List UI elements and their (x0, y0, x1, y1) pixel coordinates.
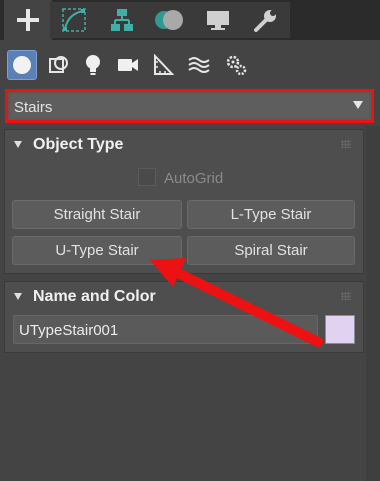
motion-circles-icon (155, 10, 183, 30)
lightbulb-icon (86, 55, 100, 75)
wrench-icon (254, 10, 276, 32)
helpers-button[interactable] (148, 50, 178, 80)
object-type-rollout: Object Type AutoGrid Straight Stair L-Ty… (4, 129, 364, 274)
waves-icon (188, 57, 210, 73)
collapse-arrow-icon (14, 141, 22, 148)
name-and-color-title: Name and Color (33, 288, 156, 305)
straight-stair-button[interactable]: Straight Stair (12, 200, 182, 229)
shapes-button[interactable] (44, 50, 74, 80)
panel-scrollbar[interactable] (366, 126, 380, 481)
systems-button[interactable] (221, 50, 251, 80)
hierarchy-icon (111, 9, 133, 31)
plus-icon (17, 9, 39, 31)
command-panel-tabs (0, 0, 380, 40)
object-name-field[interactable]: UTypeStair001 (13, 315, 318, 344)
object-category-toolbar (0, 40, 380, 88)
cameras-button[interactable] (113, 50, 143, 80)
u-type-stair-button[interactable]: U-Type Stair (12, 236, 182, 265)
gears-icon (226, 55, 247, 76)
autogrid-checkbox[interactable] (138, 168, 156, 186)
l-type-stair-button[interactable]: L-Type Stair (187, 200, 355, 229)
space-warps-button[interactable] (184, 50, 214, 80)
camera-icon (118, 59, 138, 71)
sphere-icon (13, 56, 31, 74)
drag-grip-icon[interactable] (341, 140, 351, 148)
autogrid-label: AutoGrid (164, 170, 224, 187)
category-dropdown[interactable]: Stairs (5, 89, 374, 123)
monitor-icon (207, 11, 229, 30)
geometry-button[interactable] (7, 50, 37, 80)
create-tab[interactable] (4, 0, 52, 40)
lights-button[interactable] (78, 50, 108, 80)
modify-tab[interactable] (50, 2, 98, 38)
curve-edit-icon (62, 8, 86, 32)
helper-ruler-icon (154, 54, 174, 75)
name-and-color-rollout: Name and Color UTypeStair001 (4, 281, 364, 353)
spiral-stair-button[interactable]: Spiral Stair (187, 236, 355, 265)
object-type-title: Object Type (33, 136, 124, 153)
hierarchy-tab[interactable] (98, 2, 146, 38)
motion-tab[interactable] (146, 2, 194, 38)
shapes-icon (49, 56, 68, 73)
chevron-down-icon (353, 101, 363, 109)
collapse-arrow-icon (14, 293, 22, 300)
display-tab[interactable] (194, 2, 242, 38)
object-type-header[interactable]: Object Type (5, 130, 363, 158)
object-color-swatch[interactable] (325, 315, 355, 344)
name-and-color-header[interactable]: Name and Color (5, 282, 363, 310)
category-dropdown-value: Stairs (14, 99, 53, 116)
utilities-tab[interactable] (242, 2, 290, 38)
drag-grip-icon[interactable] (341, 292, 351, 300)
